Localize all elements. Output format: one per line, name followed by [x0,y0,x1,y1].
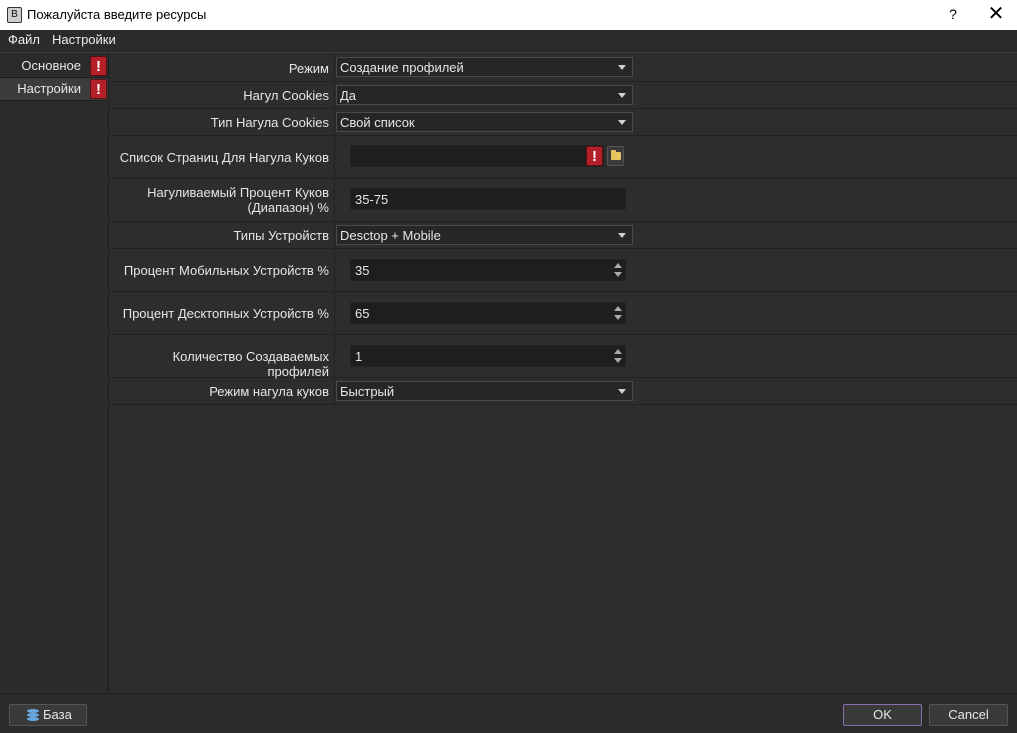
chevron-down-icon [618,389,626,394]
app-icon: B [7,7,22,23]
form-row-cookies: Нагул Cookies Да [109,82,1017,109]
form-row-cookie-percent: Нагуливаемый Процент Куков (Диапазон) % … [109,179,1017,222]
sidebar: Основное ! Настройки ! [0,53,109,692]
arrow-up-icon[interactable] [614,263,622,268]
profiles-count-value: 1 [355,349,363,364]
device-types-select[interactable]: Desctop + Mobile [336,225,633,245]
cookies-value: Да [340,88,357,103]
spin-buttons[interactable] [612,261,624,279]
spin-buttons[interactable] [612,347,624,365]
sidebar-item-settings[interactable]: Настройки ! [0,78,108,101]
pages-list-label: Список Страниц Для Нагула Куков [119,150,329,165]
sidebar-item-label: Основное [21,58,81,73]
menu-settings[interactable]: Настройки [52,32,116,47]
close-button[interactable]: ✕ [984,4,1008,24]
spin-buttons[interactable] [612,304,624,322]
mode-label: Режим [288,61,329,76]
arrow-down-icon[interactable] [614,358,622,363]
cancel-button[interactable]: Cancel [929,704,1008,726]
menu-bar: Файл Настройки [0,30,1017,53]
form-row-desktop-percent: Процент Десктопных Устройств % 65 [109,292,1017,335]
menu-file[interactable]: Файл [8,32,40,47]
arrow-up-icon[interactable] [614,306,622,311]
form-row-cookie-mode: Режим нагула куков Быстрый [109,378,1017,405]
device-types-label: Типы Устройств [233,228,329,243]
folder-icon [611,150,621,160]
mode-select[interactable]: Создание профилей [336,57,633,77]
device-types-value: Desctop + Mobile [340,228,441,243]
profiles-count-spinbox[interactable]: 1 [350,345,626,367]
chevron-down-icon [618,65,626,70]
cookies-type-select[interactable]: Свой список [336,112,633,132]
pages-list-input[interactable] [350,145,604,167]
cookie-mode-label: Режим нагула куков [209,384,329,399]
cookie-mode-value: Быстрый [340,384,395,399]
form-row-cookies-type: Тип Нагула Cookies Свой список [109,109,1017,136]
form-row-pages-list: Список Страниц Для Нагула Куков ! [109,136,1017,179]
sidebar-item-main[interactable]: Основное ! [0,55,108,78]
cookie-percent-label: Нагуливаемый Процент Куков (Диапазон) % [109,185,329,215]
base-button[interactable]: База [9,704,87,726]
form-row-profiles-count: Количество Создаваемых профилей 1 [109,335,1017,379]
arrow-up-icon[interactable] [614,349,622,354]
profiles-count-label: Количество Создаваемых профилей [172,349,329,379]
sidebar-item-label: Настройки [17,81,81,96]
desktop-percent-spinbox[interactable]: 65 [350,302,626,324]
mobile-percent-spinbox[interactable]: 35 [350,259,626,281]
browse-button[interactable] [607,146,624,166]
cookies-type-label: Тип Нагула Cookies [210,115,329,130]
chevron-down-icon [618,120,626,125]
form-row-mobile-percent: Процент Мобильных Устройств % 35 [109,249,1017,292]
cookies-label: Нагул Cookies [243,88,329,103]
warning-icon: ! [586,146,603,166]
title-bar: B Пожалуйста введите ресурсы ? ✕ [0,0,1017,30]
desktop-percent-value: 65 [355,306,370,321]
cookie-percent-label-line2: (Диапазон) % [247,200,329,215]
arrow-down-icon[interactable] [614,315,622,320]
mobile-percent-label: Процент Мобильных Устройств % [123,263,329,278]
help-button[interactable]: ? [944,4,962,24]
chevron-down-icon [618,93,626,98]
form-row-mode: Режим Создание профилей [109,53,1017,82]
base-button-label: База [43,707,72,722]
bottom-bar: База OK Cancel [0,693,1017,733]
desktop-percent-label: Процент Десктопных Устройств % [122,306,329,321]
window-title: Пожалуйста введите ресурсы [27,7,207,22]
cookies-select[interactable]: Да [336,85,633,105]
cookie-mode-select[interactable]: Быстрый [336,381,633,401]
ok-button[interactable]: OK [843,704,922,726]
chevron-down-icon [618,233,626,238]
cookies-type-value: Свой список [340,115,415,130]
mobile-percent-value: 35 [355,263,370,278]
database-icon [27,709,39,722]
cookie-percent-label-line1: Нагуливаемый Процент Куков [147,185,329,200]
cookie-percent-value: 35-75 [355,192,389,207]
cookie-percent-input[interactable]: 35-75 [350,188,626,210]
arrow-down-icon[interactable] [614,272,622,277]
warning-icon: ! [90,56,107,76]
settings-form: Режим Создание профилей Нагул Cookies Да… [109,53,1017,692]
mode-value: Создание профилей [340,60,464,75]
warning-icon: ! [90,79,107,99]
form-row-device-types: Типы Устройств Desctop + Mobile [109,222,1017,249]
